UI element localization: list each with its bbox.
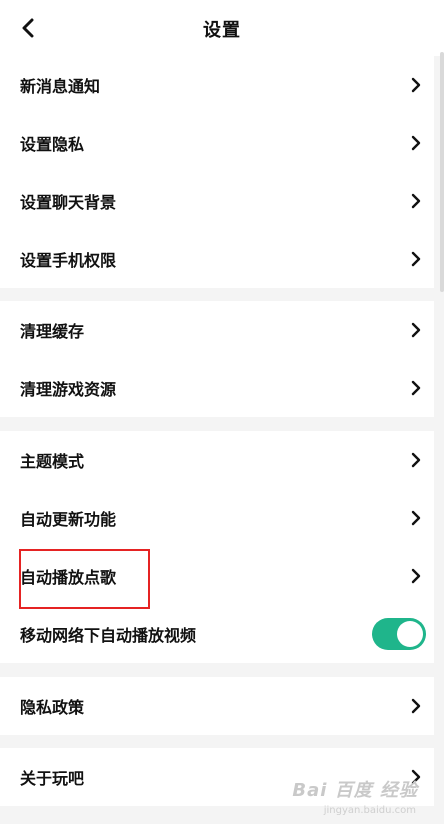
- settings-group-storage: 清理缓存 清理游戏资源: [0, 301, 434, 417]
- chevron-right-icon: [411, 77, 421, 93]
- setting-label: 新消息通知: [20, 77, 101, 96]
- settings-group-privacy-policy: 隐私政策: [0, 677, 434, 735]
- chevron-right-icon: [411, 568, 421, 584]
- setting-label: 清理缓存: [20, 322, 85, 341]
- setting-label: 隐私政策: [20, 698, 85, 717]
- setting-clear-cache[interactable]: 清理缓存: [0, 301, 434, 359]
- setting-new-message-notification[interactable]: 新消息通知: [0, 56, 434, 114]
- scrollbar[interactable]: [440, 52, 444, 292]
- settings-group-general: 新消息通知 设置隐私 设置聊天背景 设置手机权限: [0, 56, 434, 288]
- chevron-right-icon: [411, 322, 421, 338]
- top-bar: 设置: [0, 0, 444, 56]
- setting-label: 设置聊天背景: [20, 193, 117, 212]
- setting-label: 关于玩吧: [20, 769, 85, 788]
- setting-label: 自动播放点歌: [20, 568, 117, 587]
- chevron-right-icon: [411, 510, 421, 526]
- toggle-knob: [397, 621, 423, 647]
- chevron-right-icon: [411, 698, 421, 714]
- setting-label: 设置隐私: [20, 135, 85, 154]
- setting-clear-game-resources[interactable]: 清理游戏资源: [0, 359, 434, 417]
- baidu-jingyan-watermark: Bai 百度 经验: [292, 780, 418, 801]
- chevron-right-icon: [411, 452, 421, 468]
- setting-phone-permissions[interactable]: 设置手机权限: [0, 230, 434, 288]
- setting-label: 设置手机权限: [20, 251, 117, 270]
- setting-theme-mode[interactable]: 主题模式: [0, 431, 434, 489]
- setting-autoplay-video-mobile-network: 移动网络下自动播放视频: [0, 605, 434, 663]
- chevron-right-icon: [411, 380, 421, 396]
- setting-auto-update[interactable]: 自动更新功能: [0, 489, 434, 547]
- setting-label: 主题模式: [20, 452, 85, 471]
- setting-label: 清理游戏资源: [20, 380, 117, 399]
- settings-group-playback: 主题模式 自动更新功能 自动播放点歌 移动网络下自动播放视频: [0, 431, 434, 663]
- setting-privacy-policy[interactable]: 隐私政策: [0, 677, 434, 735]
- setting-label: 自动更新功能: [20, 510, 117, 529]
- page-title: 设置: [203, 20, 241, 41]
- chevron-right-icon: [411, 193, 421, 209]
- setting-label: 移动网络下自动播放视频: [20, 626, 197, 645]
- setting-chat-background[interactable]: 设置聊天背景: [0, 172, 434, 230]
- setting-auto-play-song-request[interactable]: 自动播放点歌: [0, 547, 434, 605]
- chevron-right-icon: [411, 135, 421, 151]
- watermark-url: jingyan.baidu.com: [323, 805, 416, 816]
- setting-privacy[interactable]: 设置隐私: [0, 114, 434, 172]
- chevron-right-icon: [411, 251, 421, 267]
- autoplay-video-toggle[interactable]: [372, 618, 426, 650]
